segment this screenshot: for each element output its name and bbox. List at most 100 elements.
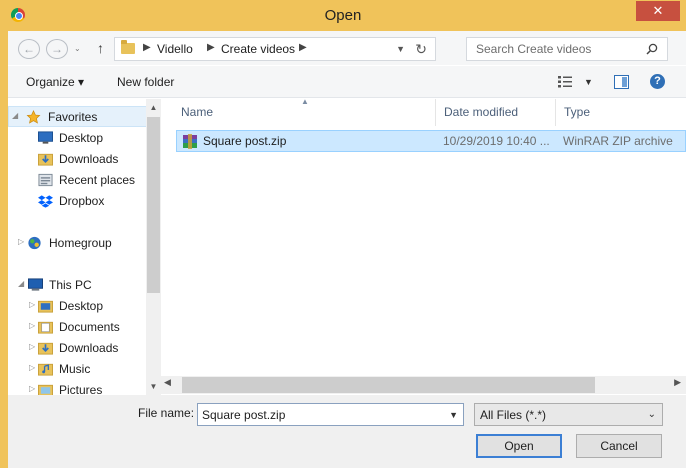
sidebar-item-label: Dropbox bbox=[59, 194, 105, 208]
breadcrumb-create-videos[interactable]: Create videos bbox=[221, 42, 295, 56]
dialog-footer: File name: Square post.zip ▼ All Files (… bbox=[8, 395, 686, 468]
file-type: WinRAR ZIP archive bbox=[563, 134, 673, 148]
sidebar-item-downloads[interactable]: Downloads bbox=[8, 149, 148, 170]
filter-value: All Files (*.*) bbox=[480, 408, 547, 422]
help-icon[interactable]: ? bbox=[650, 74, 665, 89]
file-list: Name ▲ Date modified Type Square post.zi… bbox=[161, 99, 686, 395]
file-name-label: File name: bbox=[138, 406, 195, 420]
chevron-down-icon[interactable]: ▼ bbox=[449, 410, 458, 420]
homegroup-icon bbox=[28, 236, 41, 250]
sidebar-item-label: Recent places bbox=[59, 173, 136, 187]
sort-ascending-icon: ▲ bbox=[301, 99, 309, 106]
folder-icon bbox=[38, 342, 53, 355]
chevron-right-icon[interactable]: ▷ bbox=[29, 363, 35, 372]
sidebar-item-pc-music[interactable]: ▷ Music bbox=[8, 359, 148, 380]
sidebar-item-label: Documents bbox=[59, 320, 120, 334]
chevron-down-icon[interactable]: ▼ bbox=[146, 378, 161, 395]
file-date: 10/29/2019 10:40 ... bbox=[443, 134, 550, 148]
new-folder-button[interactable]: New folder bbox=[117, 75, 174, 89]
dropbox-icon bbox=[38, 195, 53, 208]
refresh-icon[interactable]: ↻ bbox=[415, 41, 427, 58]
forward-button[interactable]: → bbox=[46, 39, 68, 59]
sidebar-item-label: Desktop bbox=[59, 299, 104, 313]
up-button[interactable]: ↑ bbox=[97, 40, 104, 56]
dialog-body: ← → ⌄ ↑ ▶ Vidello ▶ Create videos ▶ ▼ ↻ … bbox=[8, 31, 686, 468]
folder-icon bbox=[38, 321, 53, 334]
chevron-right-icon[interactable]: ▷ bbox=[29, 384, 35, 393]
sidebar-item-label: Homegroup bbox=[49, 236, 112, 250]
sidebar-item-desktop[interactable]: Desktop bbox=[8, 128, 148, 149]
sidebar-item-label: Favorites bbox=[48, 110, 98, 124]
preview-pane-icon[interactable] bbox=[614, 75, 629, 89]
column-header-type[interactable]: Type bbox=[556, 99, 686, 126]
sidebar-item-label: Desktop bbox=[59, 131, 104, 145]
sidebar-item-this-pc[interactable]: ◢ This PC bbox=[8, 275, 148, 296]
column-header-date[interactable]: Date modified bbox=[436, 99, 556, 126]
sidebar-item-pc-downloads[interactable]: ▷ Downloads bbox=[8, 338, 148, 359]
table-row[interactable]: Square post.zip 10/29/2019 10:40 ... Win… bbox=[176, 130, 686, 152]
search-input[interactable]: Search Create videos bbox=[476, 42, 591, 56]
address-bar[interactable]: ▶ Vidello ▶ Create videos ▶ ▼ ↻ bbox=[114, 37, 436, 61]
winrar-zip-icon bbox=[183, 134, 197, 149]
computer-icon bbox=[28, 278, 43, 291]
sidebar-item-favorites[interactable]: ◢ Favorites bbox=[8, 106, 148, 127]
scrollbar-thumb[interactable] bbox=[182, 377, 595, 393]
title-bar[interactable]: Open ✕ bbox=[0, 0, 686, 31]
navigation-pane: ◢ Favorites Desktop Downloads Recent pla… bbox=[8, 99, 160, 399]
chevron-right-icon[interactable]: ▶ bbox=[143, 42, 151, 53]
view-options-icon[interactable] bbox=[558, 76, 572, 88]
command-toolbar: Organize ▾ New folder ▼ ? bbox=[8, 66, 686, 98]
back-button[interactable]: ← bbox=[18, 39, 40, 59]
chevron-down-icon[interactable]: ⌄ bbox=[648, 409, 656, 420]
organize-button[interactable]: Organize ▾ bbox=[26, 75, 84, 89]
column-header-name[interactable]: Name ▲ bbox=[161, 99, 436, 126]
column-label: Name bbox=[181, 105, 214, 119]
chevron-right-icon[interactable]: ▷ bbox=[29, 300, 35, 309]
dialog-title: Open bbox=[324, 7, 362, 24]
chevron-right-icon[interactable]: ▶ bbox=[207, 42, 215, 53]
sidebar-item-dropbox[interactable]: Dropbox bbox=[8, 191, 148, 212]
search-icon[interactable] bbox=[646, 43, 658, 55]
chevron-left-icon[interactable]: ◀ bbox=[164, 377, 171, 388]
chevron-right-icon[interactable]: ▷ bbox=[29, 321, 35, 330]
column-label: Date modified bbox=[444, 105, 519, 119]
chevron-right-icon[interactable]: ▷ bbox=[29, 342, 35, 351]
sidebar-item-recent-places[interactable]: Recent places bbox=[8, 170, 148, 191]
sidebar-item-label: Downloads bbox=[59, 152, 119, 166]
cancel-button[interactable]: Cancel bbox=[576, 434, 662, 458]
file-name-field[interactable]: Square post.zip ▼ bbox=[197, 403, 464, 426]
sidebar-item-pc-documents[interactable]: ▷ Documents bbox=[8, 317, 148, 338]
sidebar-item-homegroup[interactable]: ▷ Homegroup bbox=[8, 233, 148, 254]
chevron-down-icon[interactable]: ◢ bbox=[12, 111, 18, 120]
file-type-filter[interactable]: All Files (*.*) ⌄ bbox=[474, 403, 663, 426]
view-dropdown-icon[interactable]: ▼ bbox=[584, 77, 593, 87]
sidebar-item-label: Music bbox=[59, 362, 91, 376]
navigation-scrollbar[interactable]: ▲ ▼ bbox=[146, 99, 161, 395]
search-box[interactable]: Search Create videos bbox=[466, 37, 668, 61]
navigation-bar: ← → ⌄ ↑ ▶ Vidello ▶ Create videos ▶ ▼ ↻ … bbox=[8, 31, 686, 65]
column-label: Type bbox=[564, 105, 591, 119]
star-icon bbox=[26, 110, 41, 124]
chevron-up-icon[interactable]: ▲ bbox=[146, 99, 161, 116]
sidebar-item-label: Downloads bbox=[59, 341, 119, 355]
folder-icon bbox=[38, 300, 53, 313]
chevron-right-icon[interactable]: ▷ bbox=[18, 237, 24, 246]
breadcrumb-vidello[interactable]: Vidello bbox=[157, 42, 193, 56]
desktop-icon bbox=[38, 131, 53, 144]
recent-places-icon bbox=[38, 173, 53, 187]
scrollbar-thumb[interactable] bbox=[147, 117, 160, 293]
chevron-right-icon[interactable]: ▶ bbox=[674, 377, 681, 388]
chevron-down-icon[interactable]: ▼ bbox=[396, 44, 405, 54]
sidebar-item-pc-desktop[interactable]: ▷ Desktop bbox=[8, 296, 148, 317]
chevron-down-icon[interactable]: ◢ bbox=[18, 279, 24, 288]
folder-icon bbox=[121, 40, 135, 54]
open-dialog: Open ✕ ← → ⌄ ↑ ▶ Vidello ▶ Create videos… bbox=[0, 0, 686, 468]
file-name: Square post.zip bbox=[203, 134, 287, 148]
close-button[interactable]: ✕ bbox=[636, 1, 680, 21]
recent-locations-button[interactable]: ⌄ bbox=[74, 44, 81, 53]
file-list-scrollbar[interactable]: ◀ ▶ bbox=[161, 376, 686, 394]
open-button[interactable]: Open bbox=[476, 434, 562, 458]
chevron-right-icon[interactable]: ▶ bbox=[299, 42, 307, 53]
downloads-icon bbox=[38, 153, 53, 166]
file-name-value[interactable]: Square post.zip bbox=[202, 408, 285, 422]
